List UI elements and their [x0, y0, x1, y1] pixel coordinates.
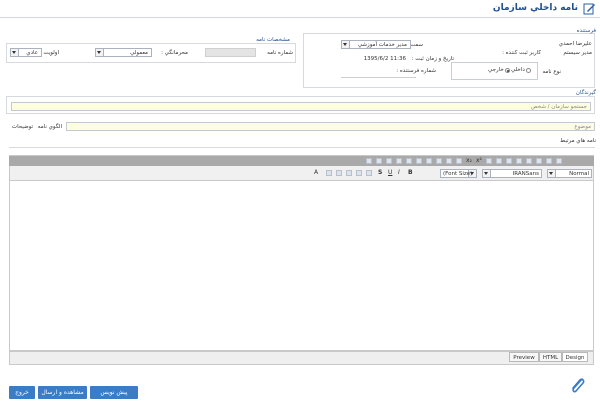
copy-icon[interactable]	[396, 158, 402, 164]
sender-number-label: شماره فرستنده :	[396, 68, 436, 74]
registrar-value: مدير سيستم	[563, 50, 592, 56]
font-color-icon[interactable]: A	[314, 169, 318, 176]
sender-name: عليرضا احمدي	[558, 41, 592, 47]
chevron-down-icon	[96, 49, 104, 56]
chevron-down-icon	[11, 49, 19, 56]
spellcheck-icon[interactable]	[436, 158, 442, 164]
exit-button[interactable]: خروج	[9, 386, 35, 399]
chevron-down-icon	[483, 170, 491, 177]
radio-external[interactable]	[505, 68, 510, 73]
template-label: الگوي نامه	[37, 124, 62, 130]
paste-icon[interactable]	[416, 158, 422, 164]
align-center-icon[interactable]	[356, 170, 362, 176]
letter-number-label: شماره نامه	[267, 50, 293, 56]
editor-mode-bar	[9, 351, 594, 365]
tab-design[interactable]: Design	[562, 352, 588, 362]
position-select[interactable]: مدير خدمات آموزشي	[341, 40, 411, 49]
table-icon[interactable]	[366, 158, 372, 164]
source-icon[interactable]	[556, 158, 562, 164]
radio-external-label: خارجي	[488, 67, 504, 73]
cut-icon[interactable]	[406, 158, 412, 164]
view-send-button[interactable]: مشاهده و ارسال	[38, 386, 87, 399]
related-letters-label: نامه هاي مرتبط	[560, 138, 596, 144]
datetime-value: 11:36 1395/6/2	[363, 56, 406, 62]
font-size-select[interactable]: (Font Size)	[440, 169, 477, 178]
chevron-down-icon	[342, 41, 350, 48]
link-icon[interactable]	[386, 158, 392, 164]
divider	[9, 146, 595, 148]
sender-number-field[interactable]	[341, 76, 416, 78]
strike-icon[interactable]	[486, 158, 492, 164]
font-family-select[interactable]: IRANSans	[482, 169, 542, 178]
datetime-label: تاريخ و زمان ثبت :	[411, 56, 454, 62]
select-all-icon[interactable]	[536, 158, 542, 164]
align-justify-icon[interactable]	[336, 170, 342, 176]
ordered-list-icon[interactable]	[446, 158, 452, 164]
strikethrough-icon[interactable]: S	[378, 169, 382, 176]
editor-content-area[interactable]	[9, 181, 594, 351]
paragraph-format-select[interactable]: Normal	[547, 169, 592, 178]
confidentiality-label: محرمانگي :	[161, 50, 188, 56]
letter-specs-section-label: مشخصات نامه	[256, 37, 290, 43]
page-title: نامه داخلي سازمان	[492, 3, 578, 13]
replace-icon[interactable]	[526, 158, 532, 164]
underline-icon[interactable]: U	[388, 169, 392, 176]
unordered-list-icon[interactable]	[456, 158, 462, 164]
description-label: توضيحات	[11, 124, 33, 130]
priority-label: اولويت	[43, 50, 59, 56]
align-left-icon[interactable]	[346, 170, 352, 176]
redo-icon[interactable]	[506, 158, 512, 164]
sender-section-label: فرستنده	[576, 28, 596, 34]
highlight-icon[interactable]	[326, 170, 332, 176]
italic-icon[interactable]: I	[398, 169, 400, 176]
tab-html[interactable]: HTML	[539, 352, 562, 362]
edit-document-icon	[583, 2, 596, 15]
tab-preview[interactable]: Preview	[509, 352, 539, 362]
clear-format-icon[interactable]	[546, 158, 552, 164]
print-icon[interactable]	[426, 158, 432, 164]
registrar-label: كاربر ثبت كننده :	[502, 50, 541, 56]
subscript-icon[interactable]: x₂	[466, 157, 472, 164]
confidentiality-select[interactable]: معمولي	[95, 48, 152, 57]
radio-internal[interactable]	[526, 68, 531, 73]
recipients-section-label: گيرندگان	[575, 90, 596, 96]
priority-select[interactable]: عادي	[10, 48, 42, 57]
find-icon[interactable]	[516, 158, 522, 164]
undo-icon[interactable]	[496, 158, 502, 164]
letter-number-field	[205, 48, 256, 57]
radio-internal-label: داخلي	[511, 67, 525, 73]
image-icon[interactable]	[376, 158, 382, 164]
bold-icon[interactable]: B	[408, 169, 413, 176]
subject-input[interactable]: موضوع	[66, 122, 595, 131]
letter-type-label: نوع نامه	[542, 69, 561, 75]
align-right-icon[interactable]	[366, 170, 372, 176]
recipient-search-input[interactable]: جستجو سازمان / شخص	[11, 102, 591, 111]
superscript-icon[interactable]: x²	[476, 157, 482, 164]
chevron-down-icon	[548, 170, 556, 177]
attachment-icon[interactable]	[568, 375, 588, 397]
draft-button[interactable]: پيش نويس	[90, 386, 138, 399]
